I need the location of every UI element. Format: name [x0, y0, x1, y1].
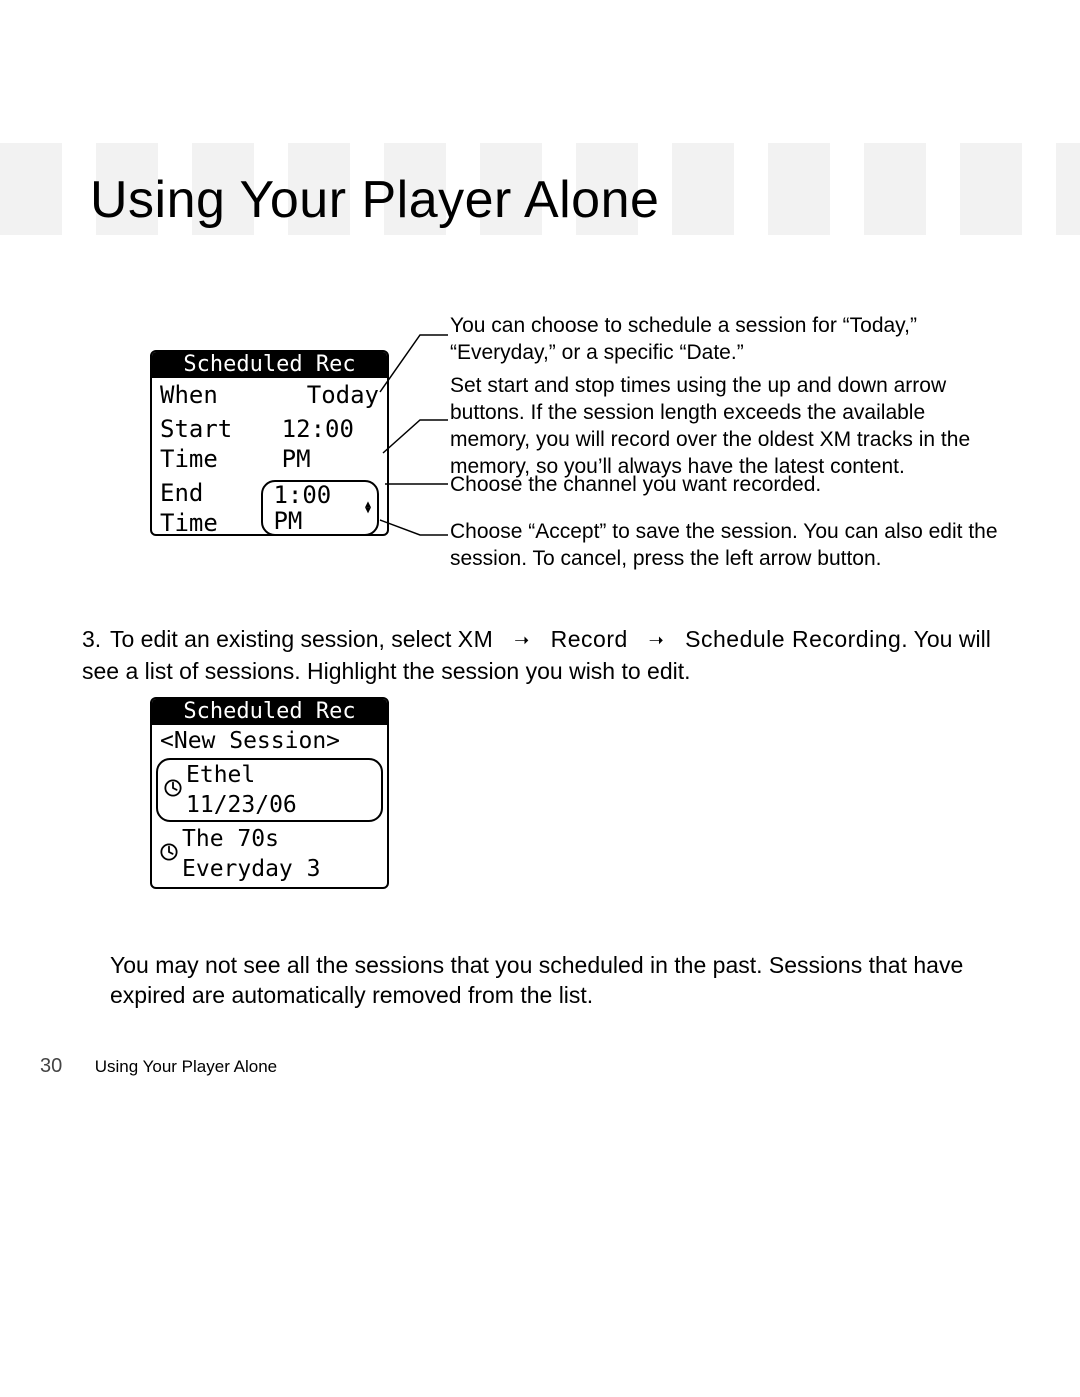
session-label: Ethel 11/23/06	[186, 760, 375, 820]
up-down-icon: ▲▼	[365, 502, 371, 514]
clock-icon	[164, 775, 182, 805]
session-item[interactable]: <New Session>	[152, 725, 387, 757]
session-label: The 70s Everyday 3	[182, 824, 379, 884]
note-times: Set start and stop times using the up an…	[450, 372, 1000, 480]
session-item[interactable]: Ethel 11/23/06	[156, 758, 383, 822]
arrow-icon: ➝	[649, 625, 665, 656]
note-when: You can choose to schedule a session for…	[450, 312, 1000, 366]
row-when[interactable]: When Today	[152, 378, 387, 412]
note-accept: Choose “Accept” to save the session. You…	[450, 518, 1000, 572]
footer-section: Using Your Player Alone	[95, 1057, 277, 1076]
path-schedule: Schedule Recording	[685, 626, 901, 652]
label-end: End Time	[160, 478, 261, 536]
end-time-stepper[interactable]: 1:00 PM ▲▼	[261, 480, 379, 536]
session-item[interactable]: The 70s Everyday 3	[152, 823, 387, 885]
label-start: Start Time	[160, 414, 282, 474]
arrow-icon: ➝	[514, 625, 530, 656]
row-end-time[interactable]: End Time 1:00 PM ▲▼	[152, 476, 387, 536]
path-record: Record	[551, 626, 628, 652]
session-item[interactable]: Fox News Today 8a	[152, 885, 387, 889]
page-number: 30	[40, 1055, 90, 1078]
value-end: 1:00 PM	[273, 482, 361, 534]
note-channel: Choose the channel you want recorded.	[450, 471, 1000, 498]
expired-note: You may not see all the sessions that yo…	[110, 950, 990, 1010]
clock-icon	[160, 839, 178, 869]
value-start: 12:00 PM	[282, 414, 379, 474]
label-when: When	[160, 380, 218, 410]
session-label: Fox News Today 8a	[182, 886, 379, 889]
scheduled-rec-screen: Scheduled Rec When Today Start Time 12:0…	[150, 350, 389, 536]
path-xm: XM	[458, 626, 494, 652]
row-start-time[interactable]: Start Time 12:00 PM	[152, 412, 387, 476]
value-when: Today	[307, 380, 379, 410]
screen1-header: Scheduled Rec	[152, 352, 387, 378]
session-list-screen: Scheduled Rec <New Session> Ethel 11/23/0…	[150, 697, 389, 889]
step-3-text: 3.To edit an existing session, select XM…	[82, 624, 992, 687]
page-title: Using Your Player Alone	[90, 170, 659, 230]
screen2-header: Scheduled Rec	[152, 699, 387, 725]
session-label: <New Session>	[160, 726, 340, 756]
page-footer: 30 Using Your Player Alone	[40, 1055, 277, 1078]
